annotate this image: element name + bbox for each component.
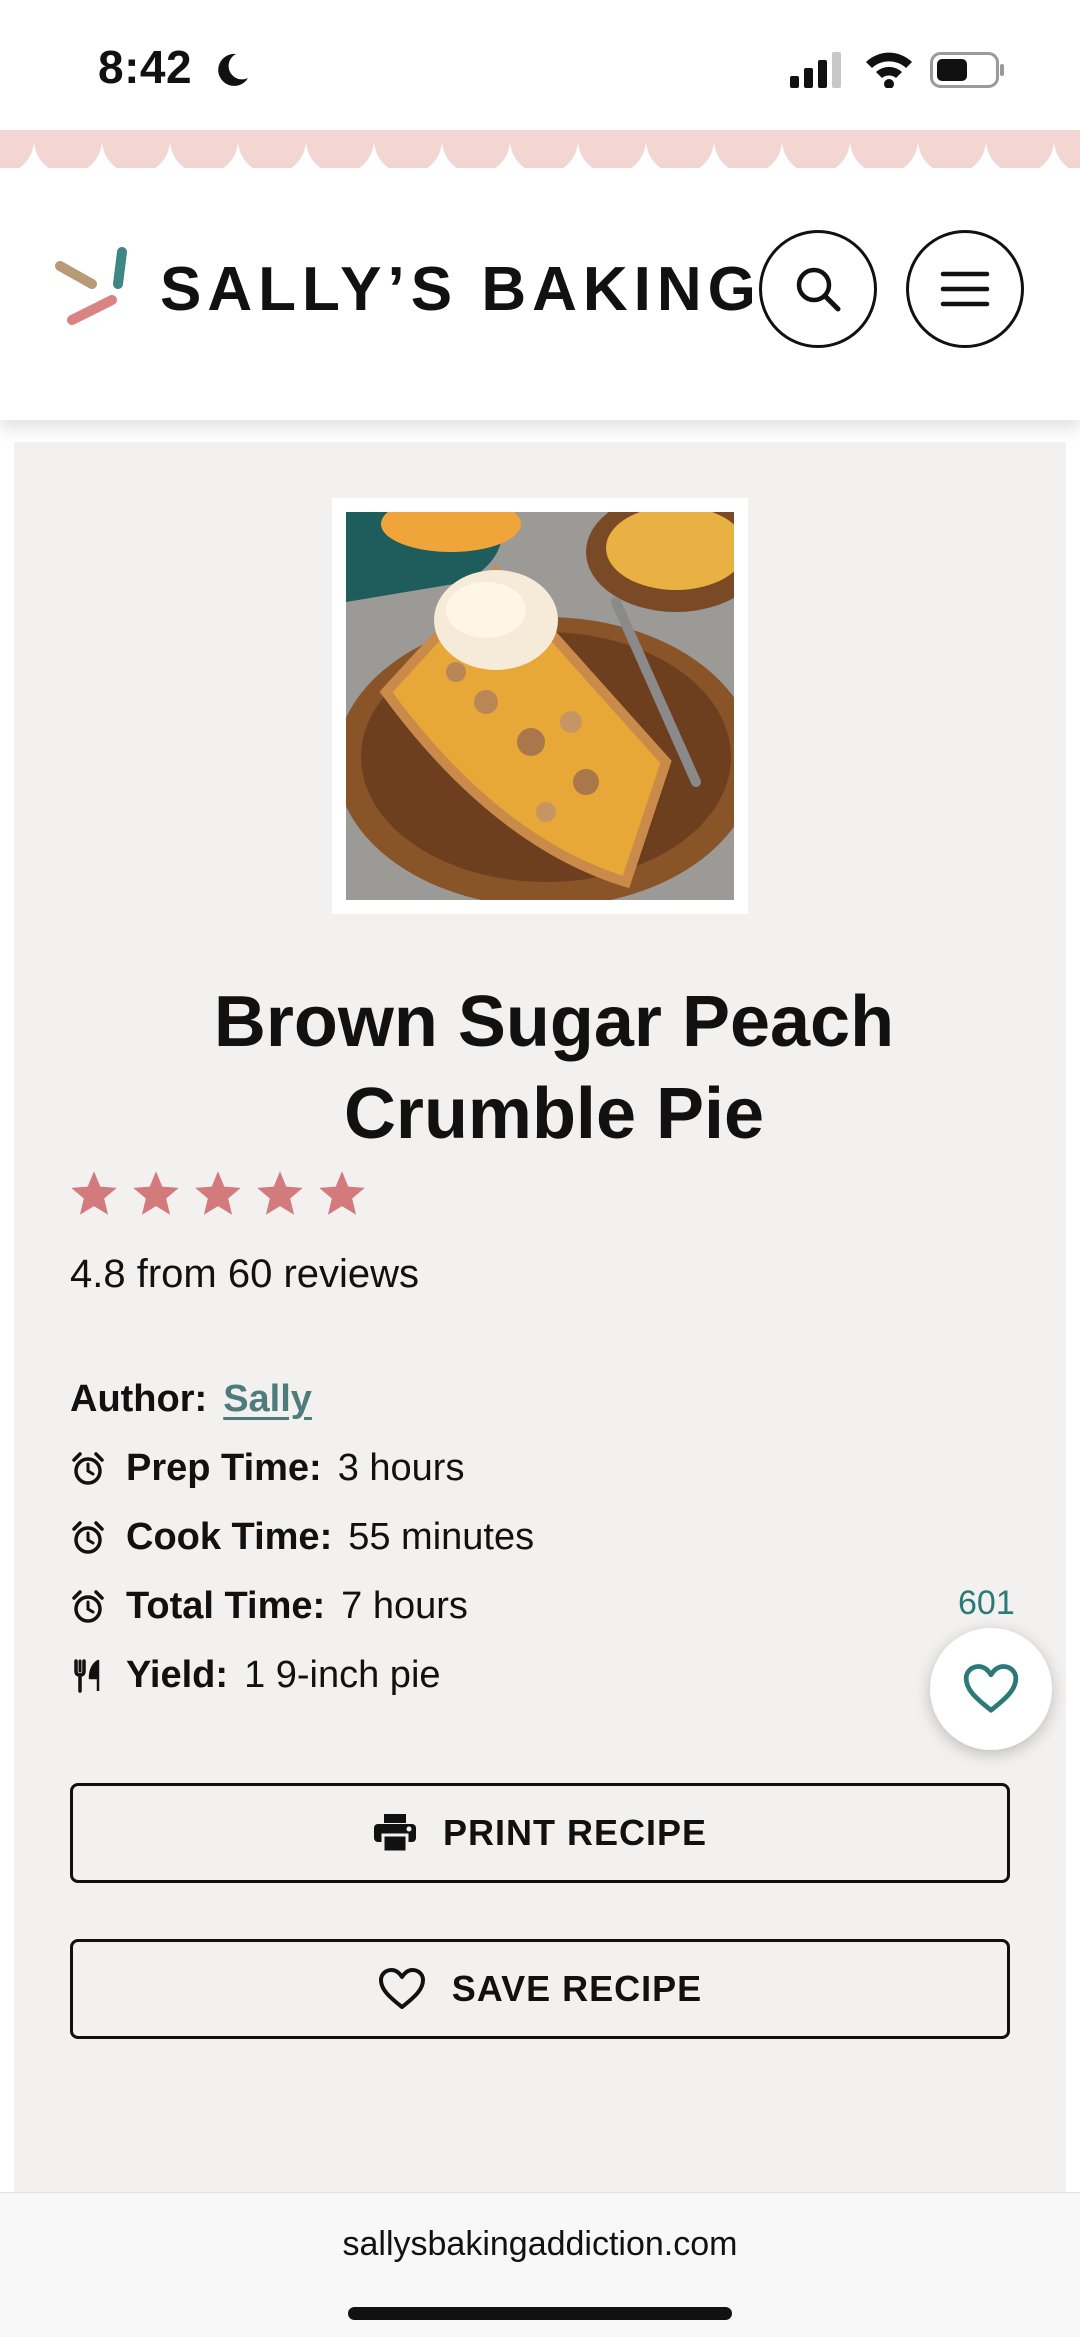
star-icon <box>195 1171 241 1215</box>
total-time-label: Total Time: <box>126 1585 326 1627</box>
prep-time-row: Prep Time: 3 hours <box>70 1447 464 1490</box>
star-icon <box>257 1171 303 1215</box>
star-icon <box>71 1171 117 1215</box>
favorite-button[interactable] <box>930 1628 1052 1750</box>
scallop-border <box>0 130 1080 168</box>
heart-outline-icon <box>963 1664 1019 1713</box>
search-button[interactable] <box>759 230 877 348</box>
wifi-icon <box>866 52 912 88</box>
total-time-value: 7 hours <box>341 1585 468 1627</box>
favorite-count: 601 <box>958 1584 1015 1622</box>
prep-time-label: Prep Time: <box>126 1447 322 1489</box>
star-icon <box>319 1171 365 1215</box>
prep-time-value: 3 hours <box>337 1447 465 1489</box>
menu-button[interactable] <box>906 230 1024 348</box>
url-text[interactable]: sallysbakingaddiction.com <box>0 2225 1080 2264</box>
recipe-photo-frame <box>332 498 748 914</box>
signal-icon <box>790 52 841 88</box>
author-row: Author: Sally <box>70 1378 312 1421</box>
logo-sprinkles-icon <box>55 247 127 325</box>
fork-knife-icon <box>74 1658 100 1693</box>
recipe-card: Brown Sugar Peach Crumble Pie 4.8 from 6… <box>14 442 1066 2194</box>
print-recipe-button[interactable]: PRINT RECIPE <box>70 1783 1010 1883</box>
cook-time-value: 55 minutes <box>348 1516 535 1558</box>
site-header: SALLY’S BAKING <box>0 168 1080 420</box>
author-link[interactable]: Sally <box>223 1378 312 1421</box>
star-rating[interactable] <box>68 1168 368 1220</box>
hamburger-menu-icon <box>940 271 990 307</box>
print-recipe-label: PRINT RECIPE <box>442 1812 708 1853</box>
alarm-clock-icon <box>72 1451 104 1485</box>
alarm-clock-icon <box>72 1589 104 1623</box>
moon-icon <box>218 53 248 86</box>
cook-time-label: Cook Time: <box>126 1516 333 1558</box>
yield-label: Yield: <box>126 1654 229 1696</box>
status-bar: 8:42 <box>0 0 1080 130</box>
status-time: 8:42 <box>98 41 193 93</box>
heart-outline-icon <box>378 1968 425 2009</box>
star-icon <box>133 1171 179 1215</box>
yield-value: 1 9-inch pie <box>244 1654 441 1696</box>
battery-icon <box>930 52 1004 88</box>
search-icon <box>796 267 841 312</box>
save-recipe-button[interactable]: SAVE RECIPE <box>70 1939 1010 2039</box>
yield-row: Yield: 1 9-inch pie <box>70 1654 441 1697</box>
home-indicator[interactable] <box>348 2307 732 2320</box>
cook-time-row: Cook Time: 55 minutes <box>70 1516 534 1559</box>
recipe-title: Brown Sugar Peach Crumble Pie <box>213 982 895 1154</box>
site-logo-text[interactable]: SALLY’S BAKING <box>160 254 762 325</box>
browser-url-bar[interactable]: sallysbakingaddiction.com <box>0 2192 1080 2337</box>
total-time-row: Total Time: 7 hours <box>70 1585 468 1628</box>
printer-icon <box>373 1814 416 1853</box>
recipe-photo[interactable] <box>346 512 734 900</box>
alarm-clock-icon <box>72 1520 104 1554</box>
rating-summary: 4.8 from 60 reviews <box>70 1252 420 1296</box>
author-label: Author: <box>70 1378 208 1420</box>
save-recipe-label: SAVE RECIPE <box>451 1968 703 2009</box>
